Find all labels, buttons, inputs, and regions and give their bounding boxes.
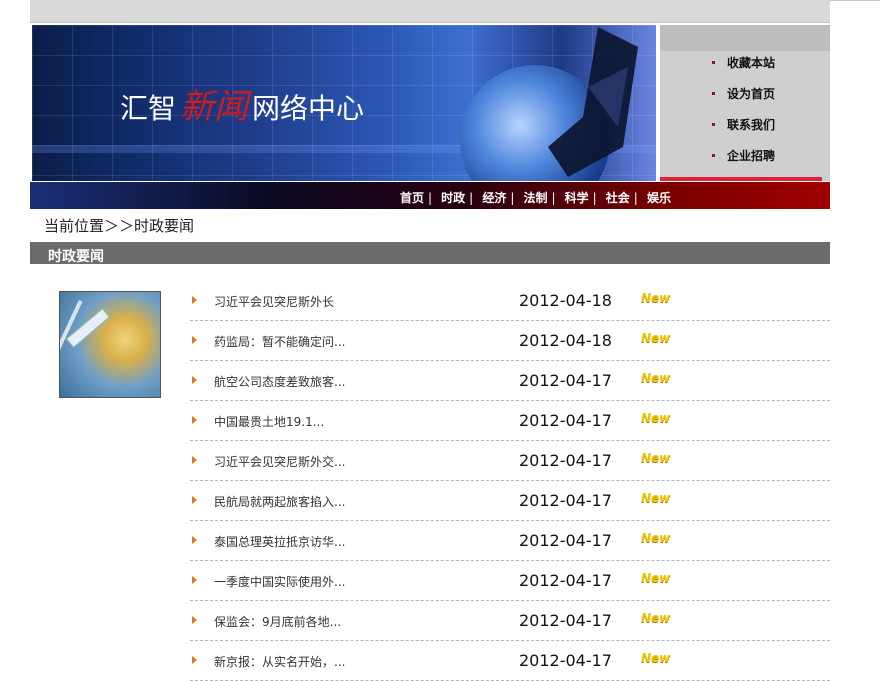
nav-society[interactable]: 社会 — [606, 191, 630, 205]
new-badge-icon: New — [641, 331, 671, 345]
logo-script-text: 新闻 — [180, 87, 249, 127]
link-contact-us[interactable]: 联系我们 — [712, 117, 775, 148]
side-panel-header — [660, 25, 830, 51]
new-badge-icon: New — [641, 291, 671, 305]
bullet-arrow-icon — [192, 536, 197, 544]
side-links-panel: 收藏本站 设为首页 联系我们 企业招聘 — [660, 25, 830, 181]
news-title-link[interactable]: 民航局就两起旅客掐入... — [214, 493, 345, 510]
link-set-homepage[interactable]: 设为首页 — [712, 86, 775, 117]
nav-separator: | — [469, 191, 474, 205]
top-divider-line — [830, 0, 880, 1]
bullet-arrow-icon — [192, 416, 197, 424]
logo-text-1: 汇智 — [120, 92, 177, 125]
news-row: 一季度中国实际使用外... 2012-04-17 New — [190, 561, 830, 601]
news-title-link[interactable]: 中国最贵土地19.1... — [214, 413, 324, 430]
news-row: 中国最贵土地19.1... 2012-04-17 New — [190, 401, 830, 441]
bullet-arrow-icon — [192, 376, 197, 384]
nav-separator: | — [551, 191, 556, 205]
news-row: 民航局就两起旅客掐入... 2012-04-17 New — [190, 481, 830, 521]
news-date: 2012-04-17 — [519, 651, 612, 670]
news-row: 习近平会见突尼斯外交... 2012-04-17 New — [190, 441, 830, 481]
nav-science[interactable]: 科学 — [565, 191, 589, 205]
bullet-arrow-icon — [192, 576, 197, 584]
news-title-link[interactable]: 习近平会见突尼斯外长 — [214, 293, 334, 310]
nav-separator: | — [428, 191, 433, 205]
nav-separator: | — [592, 191, 597, 205]
news-row: 新京报：从实名开始，... 2012-04-17 New — [190, 641, 830, 681]
news-title-link[interactable]: 习近平会见突尼斯外交... — [214, 453, 345, 470]
news-row: 药监局：暂不能确定问... 2012-04-18 New — [190, 321, 830, 361]
side-panel-red-line — [660, 177, 822, 181]
section-header: 时政要闻 — [30, 242, 830, 265]
bullet-arrow-icon — [192, 616, 197, 624]
header-banner: 汇智 新闻 网络中心 — [32, 25, 656, 181]
breadcrumb: 当前位置＞＞时政要闻 — [44, 217, 195, 235]
nav-separator: | — [633, 191, 638, 205]
news-title-link[interactable]: 泰国总理英拉抵京访华... — [214, 533, 345, 550]
news-date: 2012-04-17 — [519, 491, 612, 510]
main-nav-bar: 首页 | 时政 | 经济 | 法制 | 科学 | 社会 | 娱乐 — [30, 182, 830, 209]
nav-home[interactable]: 首页 — [400, 191, 424, 205]
bullet-arrow-icon — [192, 456, 197, 464]
bullet-arrow-icon — [192, 496, 197, 504]
new-badge-icon: New — [641, 371, 671, 385]
new-badge-icon: New — [641, 491, 671, 505]
news-row: 习近平会见突尼斯外长 2012-04-18 New — [190, 281, 830, 321]
logo-text-2: 网络中心 — [252, 92, 365, 125]
section-thumbnail-image[interactable] — [59, 291, 161, 398]
news-row: 保监会：9月底前各地... 2012-04-17 New — [190, 601, 830, 641]
news-date: 2012-04-17 — [519, 411, 612, 430]
news-date: 2012-04-17 — [519, 531, 612, 550]
news-date: 2012-04-18 — [519, 291, 612, 310]
new-badge-icon: New — [641, 611, 671, 625]
news-row: 航空公司态度差致旅客... 2012-04-17 New — [190, 361, 830, 401]
section-title: 时政要闻 — [48, 249, 104, 265]
bullet-arrow-icon — [192, 296, 197, 304]
news-date: 2012-04-17 — [519, 371, 612, 390]
nav-separator: | — [510, 191, 515, 205]
news-title-link[interactable]: 新京报：从实名开始，... — [214, 653, 345, 670]
news-title-link[interactable]: 保监会：9月底前各地... — [214, 613, 341, 630]
new-badge-icon: New — [641, 531, 671, 545]
nav-politics[interactable]: 时政 — [441, 191, 465, 205]
top-strip — [30, 0, 830, 23]
news-list: 习近平会见突尼斯外长 2012-04-18 New 药监局：暂不能确定问... … — [190, 281, 830, 681]
page-container: 汇智 新闻 网络中心 收藏本站 设为首页 联系我们 企业招聘 首页 | 时政 | 经济 |… — [30, 0, 830, 681]
bullet-arrow-icon — [192, 336, 197, 344]
satellite-dish-icon — [548, 27, 638, 177]
nav-law[interactable]: 法制 — [523, 191, 547, 205]
news-title-link[interactable]: 药监局：暂不能确定问... — [214, 333, 345, 350]
news-date: 2012-04-17 — [519, 451, 612, 470]
news-date: 2012-04-17 — [519, 571, 612, 590]
new-badge-icon: New — [641, 411, 671, 425]
news-date: 2012-04-18 — [519, 331, 612, 350]
news-date: 2012-04-17 — [519, 611, 612, 630]
nav-entertainment[interactable]: 娱乐 — [647, 191, 671, 205]
new-badge-icon: New — [641, 571, 671, 585]
nav-economy[interactable]: 经济 — [482, 191, 506, 205]
new-badge-icon: New — [641, 451, 671, 465]
main-nav: 首页 | 时政 | 经济 | 法制 | 科学 | 社会 | 娱乐 — [400, 187, 671, 206]
news-row: 泰国总理英拉抵京访华... 2012-04-17 New — [190, 521, 830, 561]
news-title-link[interactable]: 一季度中国实际使用外... — [214, 573, 345, 590]
news-title-link[interactable]: 航空公司态度差致旅客... — [214, 373, 345, 390]
link-recruitment[interactable]: 企业招聘 — [712, 148, 775, 179]
side-links-list: 收藏本站 设为首页 联系我们 企业招聘 — [712, 55, 775, 179]
link-bookmark-site[interactable]: 收藏本站 — [712, 55, 775, 86]
site-logo[interactable]: 汇智 新闻 网络中心 — [120, 79, 364, 128]
